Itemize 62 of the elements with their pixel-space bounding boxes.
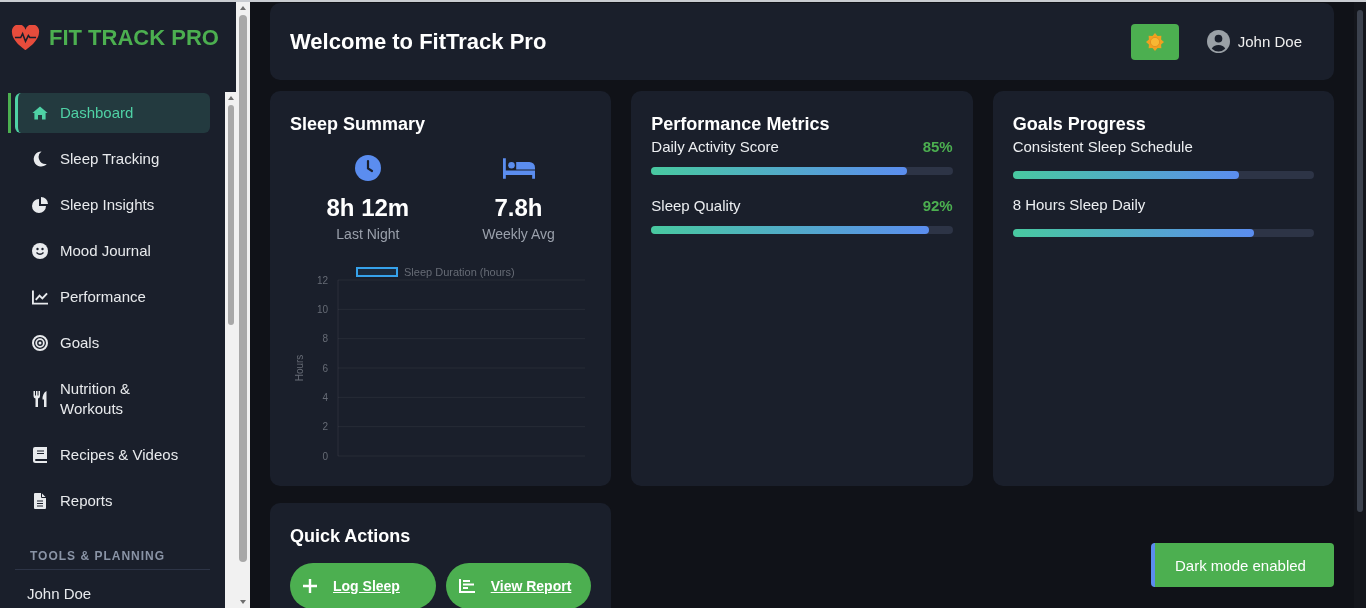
y-tick-label: 10: [316, 303, 328, 315]
heart-pulse-icon: [11, 25, 40, 50]
legend-label: Sleep Duration (hours): [404, 266, 515, 278]
metric-label: Daily Activity Score: [651, 137, 779, 157]
fork-knife-icon: [33, 391, 47, 407]
goal-label: 8 Hours Sleep Daily: [1012, 195, 1147, 215]
theme-toggle-button[interactable]: [1130, 23, 1179, 60]
section-heading: TOOLS & PLANNING: [15, 548, 210, 570]
y-tick-label: 12: [316, 274, 328, 286]
card-title: Performance Metrics: [651, 113, 831, 136]
y-tick-label: 4: [322, 391, 328, 403]
sidebar-nav-item[interactable]: Sleep Insights: [15, 185, 210, 225]
line-chart-icon: [32, 289, 48, 305]
stat-label: Weekly Avg: [482, 225, 555, 243]
card-title: Sleep Summary: [290, 113, 427, 136]
goal-label: Consistent Sleep Schedule: [1012, 137, 1194, 157]
page-title: Welcome to FitTrack Pro: [290, 27, 547, 56]
moon-icon: [33, 151, 47, 167]
plus-icon: [303, 579, 317, 593]
bar-chart-icon: [458, 579, 475, 593]
metric-label: Sleep Quality: [651, 196, 741, 216]
y-axis-title: Hours: [294, 354, 305, 382]
y-tick-label: 2: [322, 421, 328, 433]
avatar-icon: [1206, 30, 1230, 53]
card-title: Quick Actions: [290, 525, 412, 548]
scrollbar[interactable]: [225, 92, 236, 608]
toast-notification: Dark mode enabled: [1151, 543, 1334, 587]
sidebar-nav-item[interactable]: Recipes & Videos: [15, 435, 210, 475]
scrollbar[interactable]: [1354, 2, 1366, 608]
y-tick-label: 8: [322, 333, 328, 345]
sidebar-user-name[interactable]: John Doe: [15, 584, 210, 604]
smiley-icon: [32, 243, 48, 259]
bed-icon: [502, 157, 535, 179]
user-name: John Doe: [1237, 31, 1302, 52]
stat-label: Last Night: [336, 225, 400, 243]
y-tick-label: 6: [322, 362, 328, 374]
stat-value: 7.8h: [494, 193, 543, 223]
metric-value: 85%: [922, 137, 953, 157]
app-logo-text: FIT TRACK PRO: [49, 25, 219, 51]
y-tick-label: 0: [322, 450, 328, 462]
scrollbar-thumb[interactable]: [239, 15, 247, 562]
sun-icon: [1145, 32, 1164, 51]
clock-icon: [354, 155, 381, 181]
home-icon: [32, 105, 48, 121]
scroll-up-icon[interactable]: [240, 6, 246, 10]
book-icon: [33, 447, 47, 463]
sidebar-nav-item[interactable]: Sleep Tracking: [15, 139, 210, 179]
document-icon: [34, 493, 46, 509]
sidebar-nav-item[interactable]: Nutrition & Workouts: [15, 369, 210, 429]
scrollbar[interactable]: [236, 2, 250, 608]
sidebar-nav-item[interactable]: Performance: [15, 277, 210, 317]
scroll-down-icon[interactable]: [240, 600, 246, 604]
target-icon: [32, 335, 48, 351]
scrollbar-thumb[interactable]: [227, 105, 234, 325]
sidebar-nav-item[interactable]: Reports: [15, 481, 210, 521]
stat-value: 8h 12m: [326, 193, 410, 223]
scrollbar-thumb[interactable]: [1357, 10, 1363, 512]
sidebar-nav-item[interactable]: Goals: [15, 323, 210, 363]
pie-chart-icon: [32, 197, 48, 213]
sidebar-nav-item[interactable]: Mood Journal: [15, 231, 210, 271]
card-title: Goals Progress: [1012, 113, 1147, 136]
metric-value: 92%: [922, 196, 953, 216]
